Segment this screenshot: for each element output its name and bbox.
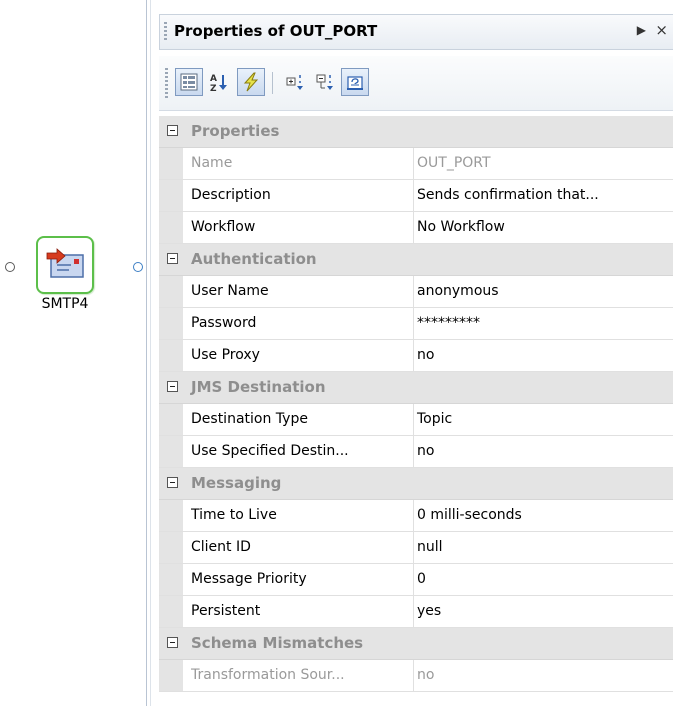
- mail-send-icon: [46, 248, 84, 278]
- property-name: Description: [191, 187, 271, 203]
- property-row[interactable]: User Name anonymous: [159, 276, 673, 308]
- property-name: Name: [191, 155, 233, 171]
- categorized-view-button[interactable]: [175, 68, 203, 96]
- collapse-all-button[interactable]: [311, 68, 339, 96]
- property-value[interactable]: yes: [417, 603, 441, 619]
- property-value[interactable]: Sends confirmation that...: [417, 187, 599, 203]
- collapse-all-icon: [316, 74, 333, 90]
- node-label: SMTP4: [41, 296, 89, 312]
- property-value[interactable]: no: [417, 443, 434, 459]
- svg-text:A: A: [210, 74, 217, 84]
- pin-icon[interactable]: ▶: [637, 23, 646, 37]
- property-name: Workflow: [191, 219, 256, 235]
- property-row[interactable]: Password *********: [159, 308, 673, 340]
- collapse-icon[interactable]: [167, 253, 178, 264]
- close-icon[interactable]: ×: [655, 21, 668, 39]
- property-row[interactable]: Name OUT_PORT: [159, 148, 673, 180]
- smtp-node[interactable]: [36, 236, 94, 294]
- expand-all-button[interactable]: [281, 68, 309, 96]
- property-row[interactable]: Transformation Sour... no: [159, 660, 673, 692]
- sort-alphabetical-icon: A Z: [210, 74, 227, 92]
- panel-titlebar: Properties of OUT_PORT ▶ ×: [159, 14, 673, 50]
- collapse-icon[interactable]: [167, 477, 178, 488]
- toolbar-grip[interactable]: [165, 68, 168, 98]
- property-value: OUT_PORT: [417, 155, 491, 171]
- category-label: JMS Destination: [191, 378, 326, 396]
- category-jms-destination[interactable]: JMS Destination: [159, 372, 673, 404]
- property-value[interactable]: *********: [417, 315, 480, 331]
- property-name: Password: [191, 315, 257, 331]
- property-grid: Properties Name OUT_PORT Description Sen…: [159, 116, 673, 692]
- property-row[interactable]: Use Proxy no: [159, 340, 673, 372]
- property-name: Time to Live: [191, 507, 277, 523]
- events-button[interactable]: [237, 68, 265, 96]
- property-value[interactable]: 0: [417, 571, 426, 587]
- property-name: User Name: [191, 283, 269, 299]
- category-schema-mismatches[interactable]: Schema Mismatches: [159, 628, 673, 660]
- property-row[interactable]: Persistent yes: [159, 596, 673, 628]
- category-messaging[interactable]: Messaging: [159, 468, 673, 500]
- input-port[interactable]: [5, 262, 15, 272]
- collapse-icon[interactable]: [167, 125, 178, 136]
- expand-all-icon: [286, 75, 303, 90]
- category-authentication[interactable]: Authentication: [159, 244, 673, 276]
- property-value[interactable]: No Workflow: [417, 219, 505, 235]
- property-row[interactable]: Description Sends confirmation that...: [159, 180, 673, 212]
- property-row[interactable]: Message Priority 0: [159, 564, 673, 596]
- property-row[interactable]: Workflow No Workflow: [159, 212, 673, 244]
- property-name: Client ID: [191, 539, 251, 555]
- property-row[interactable]: Time to Live 0 milli-seconds: [159, 500, 673, 532]
- property-name: Use Specified Destin...: [191, 443, 349, 459]
- property-name: Use Proxy: [191, 347, 260, 363]
- property-name: Transformation Sour...: [191, 667, 345, 683]
- property-name: Destination Type: [191, 411, 308, 427]
- category-label: Messaging: [191, 474, 282, 492]
- output-port[interactable]: [133, 262, 143, 272]
- property-row[interactable]: Destination Type Topic: [159, 404, 673, 436]
- property-value[interactable]: no: [417, 347, 434, 363]
- sort-alphabetical-button[interactable]: A Z: [205, 68, 233, 96]
- categorized-view-icon: [180, 73, 198, 91]
- property-name: Message Priority: [191, 571, 307, 587]
- property-pages-button[interactable]: [341, 68, 369, 96]
- property-row[interactable]: Client ID null: [159, 532, 673, 564]
- lightning-icon: [243, 72, 259, 92]
- category-label: Authentication: [191, 250, 317, 268]
- category-properties[interactable]: Properties: [159, 116, 673, 148]
- property-value[interactable]: null: [417, 539, 443, 555]
- collapse-icon[interactable]: [167, 381, 178, 392]
- property-value: no: [417, 667, 435, 683]
- panel-toolbar: A Z: [159, 56, 673, 111]
- category-label: Properties: [191, 122, 280, 140]
- collapse-icon[interactable]: [167, 637, 178, 648]
- property-row[interactable]: Use Specified Destin... no: [159, 436, 673, 468]
- property-name: Persistent: [191, 603, 261, 619]
- svg-text:Z: Z: [210, 84, 217, 92]
- category-label: Schema Mismatches: [191, 634, 364, 652]
- grip-handle[interactable]: [164, 22, 167, 42]
- property-value[interactable]: anonymous: [417, 283, 499, 299]
- property-value[interactable]: 0 milli-seconds: [417, 507, 522, 523]
- properties-panel: Properties of OUT_PORT ▶ × A Z Propertie…: [146, 0, 673, 706]
- property-pages-icon: [347, 76, 363, 90]
- panel-title: Properties of OUT_PORT: [174, 22, 378, 40]
- property-value[interactable]: Topic: [417, 411, 452, 427]
